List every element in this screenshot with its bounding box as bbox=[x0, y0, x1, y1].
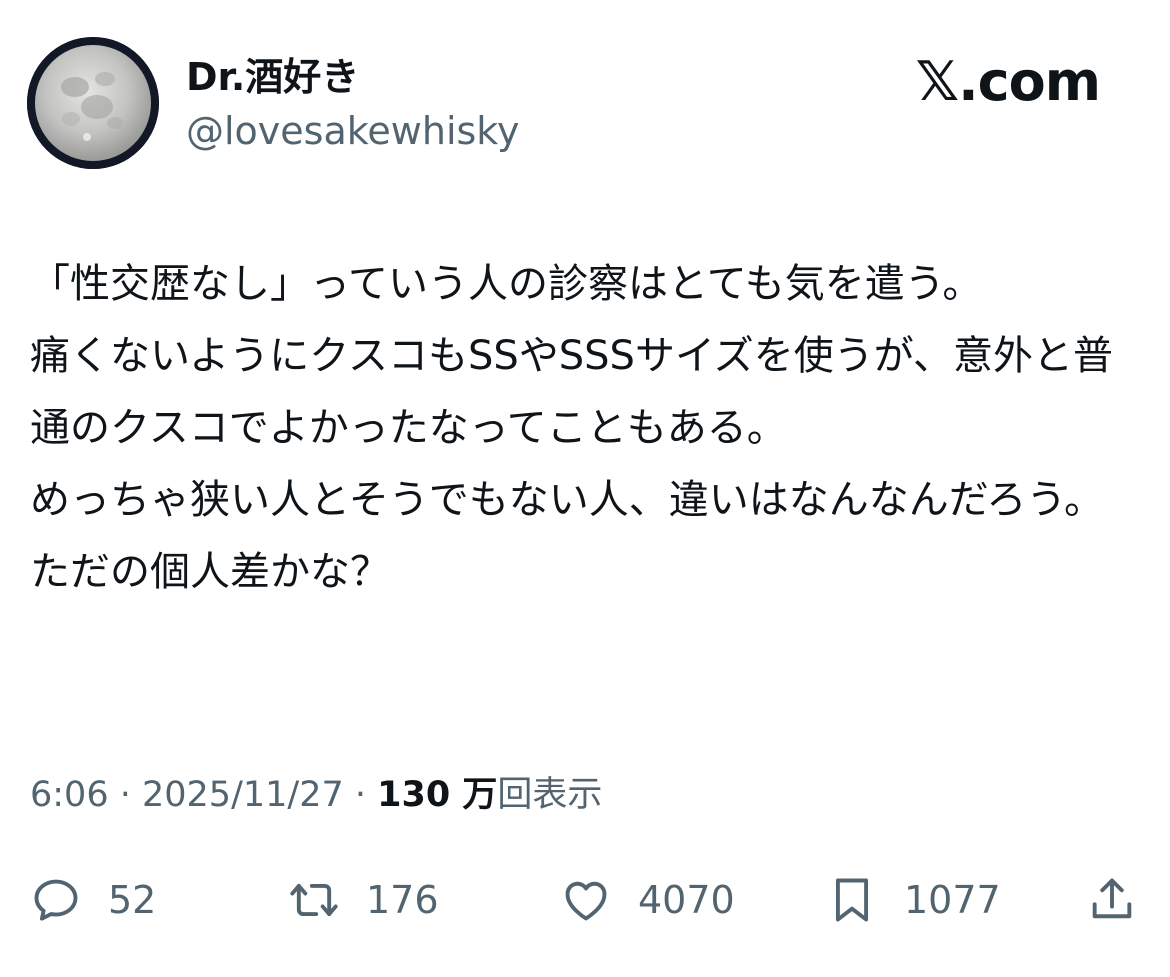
views-label: 回表示 bbox=[497, 775, 603, 815]
display-name[interactable]: Dr.酒好き bbox=[186, 54, 359, 100]
tweet-time[interactable]: 6:06 bbox=[30, 775, 109, 815]
reply-icon bbox=[34, 879, 78, 921]
share-button[interactable] bbox=[1086, 870, 1138, 930]
action-bar: 52 176 4070 1077 bbox=[0, 860, 1170, 940]
user-handle[interactable]: @lovesakewhisky bbox=[186, 108, 519, 154]
meta-separator: · bbox=[108, 775, 142, 815]
reply-count: 52 bbox=[108, 878, 157, 922]
like-button[interactable]: 4070 bbox=[560, 870, 735, 930]
bookmark-button[interactable]: 1077 bbox=[826, 870, 1001, 930]
retweet-button[interactable]: 176 bbox=[288, 870, 439, 930]
reply-button[interactable]: 52 bbox=[30, 870, 156, 930]
views-count: 130 万 bbox=[377, 775, 498, 815]
bookmark-count: 1077 bbox=[904, 878, 1001, 922]
moon-avatar-image bbox=[27, 37, 159, 169]
bookmark-icon bbox=[835, 878, 869, 922]
meta-separator: · bbox=[343, 775, 378, 815]
tweet-meta: 6:06 · 2025/11/27 · 130 万回表示 bbox=[30, 772, 602, 818]
heart-icon bbox=[565, 881, 607, 921]
retweet-icon bbox=[290, 883, 338, 917]
x-logo: 𝕏.com bbox=[915, 50, 1101, 113]
tweet-date[interactable]: 2025/11/27 bbox=[142, 775, 344, 815]
retweet-count: 176 bbox=[366, 878, 439, 922]
share-icon bbox=[1092, 878, 1132, 919]
avatar[interactable] bbox=[27, 37, 159, 169]
like-count: 4070 bbox=[638, 878, 735, 922]
tweet-text: 「性交歴なし」っていう人の診察はとても気を遣う。 痛くないようにクスコもSSやS… bbox=[30, 261, 1113, 595]
